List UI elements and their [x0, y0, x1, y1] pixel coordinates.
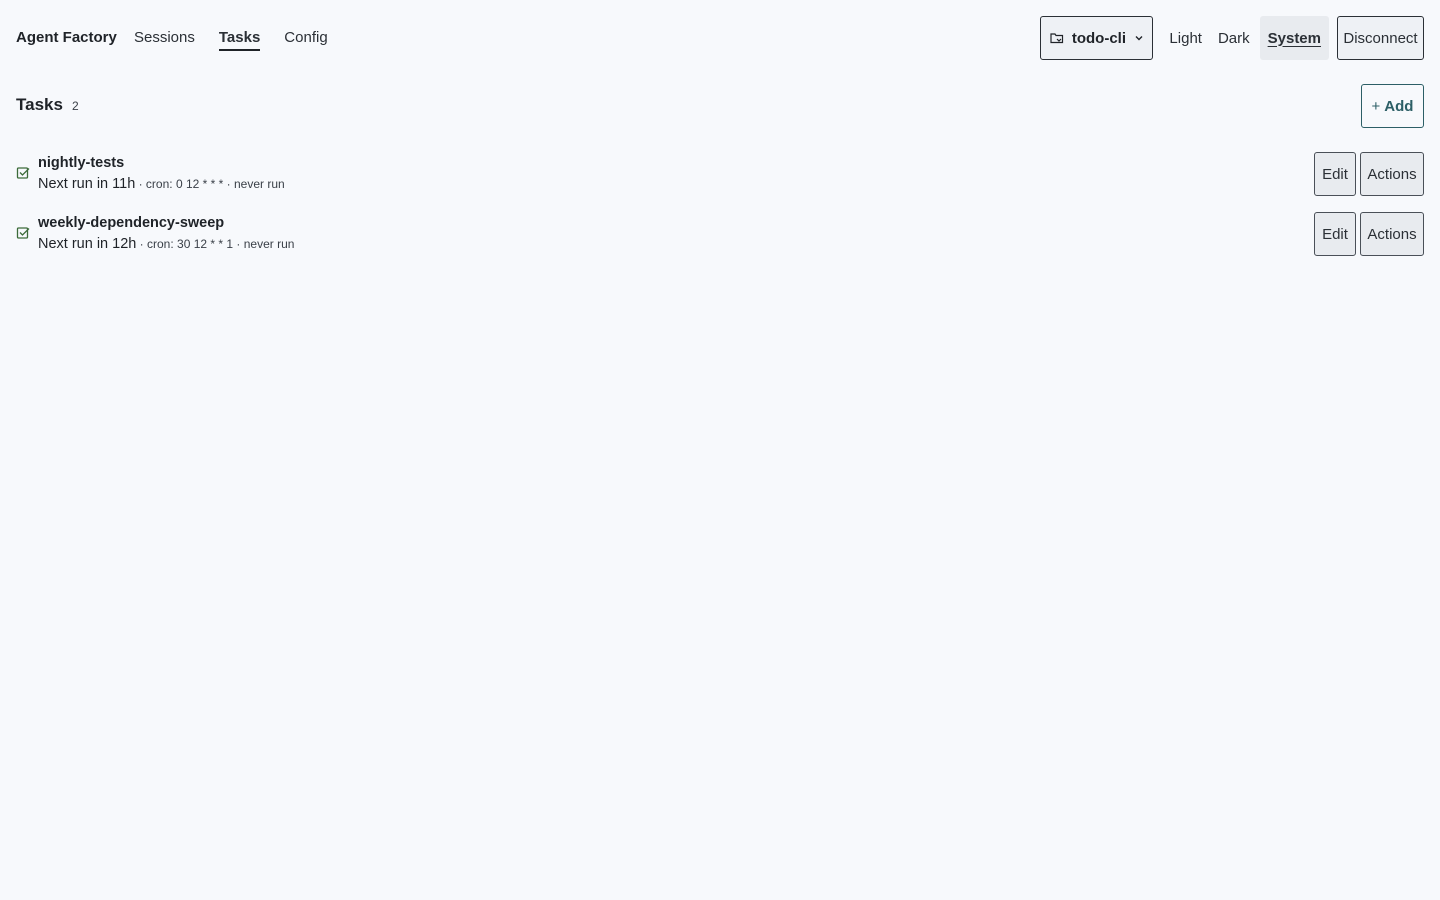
task-count: 2	[71, 99, 79, 113]
tasks-header: Tasks 2	[16, 95, 79, 115]
nav-tasks[interactable]: Tasks	[218, 29, 261, 51]
actions-button[interactable]: Actions	[1360, 212, 1424, 256]
theme-light[interactable]: Light	[1161, 16, 1210, 60]
task-details: · cron: 30 12 * * 1 · never run	[136, 237, 295, 251]
top-bar: Agent Factory Sessions Tasks Config todo…	[0, 0, 1440, 76]
task-meta: Next run in 11h · cron: 0 12 * * * · nev…	[38, 176, 285, 193]
main-nav: Sessions Tasks Config	[134, 29, 328, 51]
project-selector[interactable]: todo-cli	[1040, 16, 1154, 60]
theme-dark[interactable]: Dark	[1210, 16, 1258, 60]
checkbox-checked-icon[interactable]	[16, 166, 30, 180]
actions-button[interactable]: Actions	[1360, 152, 1424, 196]
edit-button[interactable]: Edit	[1314, 212, 1356, 256]
nav-config[interactable]: Config	[284, 29, 327, 51]
task-list: nightly-tests Next run in 11h · cron: 0 …	[0, 152, 1440, 272]
brand-title[interactable]: Agent Factory	[16, 29, 117, 47]
task-name: nightly-tests	[38, 155, 125, 171]
task-next-run: Next run in 12h	[38, 236, 137, 252]
task-details: · cron: 0 12 * * * · never run	[135, 177, 285, 191]
row-actions: Edit Actions	[1314, 152, 1424, 196]
page-title: Tasks	[16, 95, 63, 114]
task-name: weekly-dependency-sweep	[38, 215, 225, 231]
checkbox-checked-icon[interactable]	[16, 226, 30, 240]
add-task-button[interactable]: + Add	[1361, 84, 1424, 128]
project-name: todo-cli	[1071, 29, 1126, 47]
disconnect-button[interactable]: Disconnect	[1337, 16, 1424, 60]
task-next-run: Next run in 11h	[38, 176, 136, 192]
task-meta: Next run in 12h · cron: 30 12 * * 1 · ne…	[38, 236, 294, 253]
theme-system[interactable]: System	[1259, 16, 1329, 60]
chevron-down-icon	[1135, 36, 1143, 41]
task-row[interactable]: weekly-dependency-sweep Next run in 12h …	[0, 212, 1440, 256]
edit-button[interactable]: Edit	[1314, 152, 1356, 196]
row-actions: Edit Actions	[1314, 212, 1424, 256]
add-label: Add	[1384, 97, 1414, 115]
nav-sessions[interactable]: Sessions	[134, 29, 195, 51]
task-row[interactable]: nightly-tests Next run in 11h · cron: 0 …	[0, 152, 1440, 196]
plus-icon: +	[1371, 97, 1381, 115]
folder-switch-icon	[1050, 33, 1063, 44]
header-controls: todo-cli Light Dark System Disconnect	[1040, 16, 1424, 60]
